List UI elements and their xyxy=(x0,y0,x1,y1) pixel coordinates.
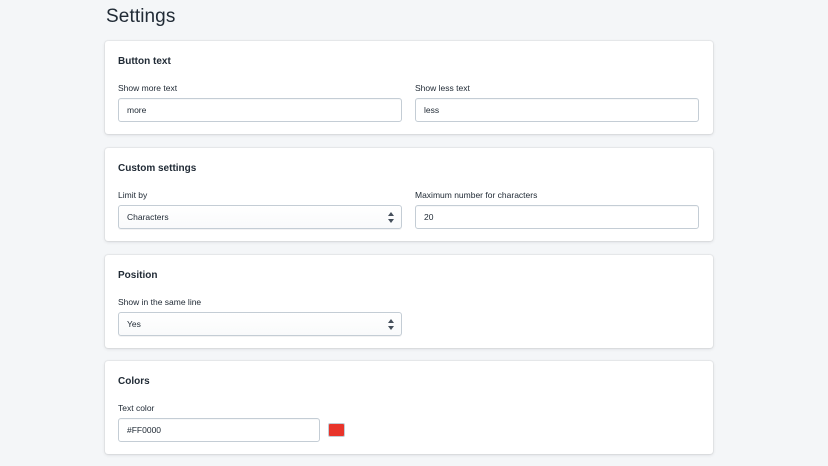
show-more-input[interactable] xyxy=(118,98,402,122)
same-line-label: Show in the same line xyxy=(118,297,202,307)
custom-settings-card-title: Custom settings xyxy=(118,163,197,174)
button-text-card: Button text Show more text Show less tex… xyxy=(105,41,713,134)
show-less-field: Show less text xyxy=(415,83,699,122)
position-card: Position Show in the same line Yes xyxy=(105,255,713,348)
max-characters-label: Maximum number for characters xyxy=(415,190,538,200)
same-line-field: Show in the same line Yes xyxy=(118,297,402,336)
text-color-label: Text color xyxy=(118,403,155,413)
text-color-input[interactable] xyxy=(118,418,320,442)
show-more-field: Show more text xyxy=(118,83,402,122)
max-characters-field: Maximum number for characters xyxy=(415,190,699,229)
same-line-selected-value: Yes xyxy=(127,319,141,329)
show-less-label: Show less text xyxy=(415,83,470,93)
show-more-label: Show more text xyxy=(118,83,178,93)
chevron-up-down-icon xyxy=(388,319,394,330)
limit-by-selected-value: Characters xyxy=(127,212,169,222)
colors-card: Colors Text color xyxy=(105,361,713,454)
limit-by-field: Limit by Characters xyxy=(118,190,402,229)
page-title: Settings xyxy=(106,6,176,27)
colors-card-title: Colors xyxy=(118,376,150,387)
chevron-up-down-icon xyxy=(388,212,394,223)
show-less-input[interactable] xyxy=(415,98,699,122)
max-characters-input[interactable] xyxy=(415,205,699,229)
text-color-swatch[interactable] xyxy=(328,423,345,437)
limit-by-label: Limit by xyxy=(118,190,148,200)
limit-by-select[interactable]: Characters xyxy=(118,205,402,229)
text-color-field: Text color xyxy=(118,403,320,442)
custom-settings-card: Custom settings Limit by Characters Maxi… xyxy=(105,148,713,241)
button-text-card-title: Button text xyxy=(118,56,171,67)
position-card-title: Position xyxy=(118,270,158,281)
same-line-select[interactable]: Yes xyxy=(118,312,402,336)
